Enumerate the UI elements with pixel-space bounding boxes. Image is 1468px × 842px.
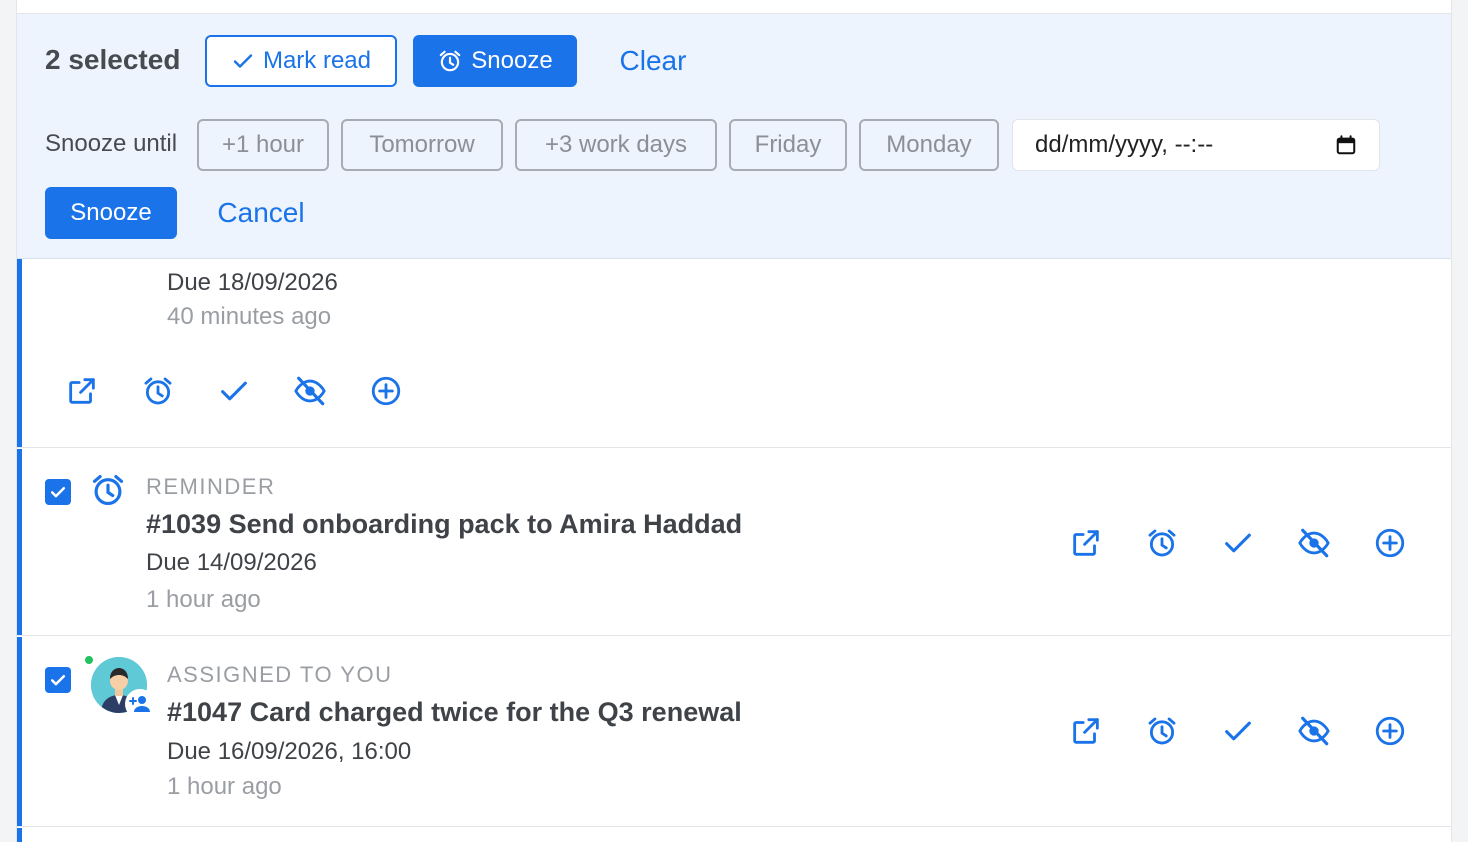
eye-off-icon — [1298, 716, 1330, 746]
snooze-until-label: Snooze until — [45, 130, 178, 157]
item-actions — [1069, 709, 1449, 753]
item-type: ASSIGNED TO YOU — [167, 662, 393, 687]
snooze-datetime-input[interactable]: dd/mm/yyyy, --:-- — [1012, 119, 1380, 171]
eye-off-icon — [1298, 528, 1330, 558]
notifications-panel: 2 selected Mark read Snooze Clear Snooze… — [16, 0, 1452, 842]
checkmark-icon — [50, 487, 66, 498]
person-add-icon — [129, 696, 150, 712]
alarm-clock-icon — [144, 377, 172, 405]
snooze-button-label: Snooze — [471, 47, 553, 74]
assign-badge — [125, 689, 155, 719]
item-checkbox[interactable] — [45, 667, 71, 693]
plus-circle-icon — [371, 376, 401, 406]
item-due: Due 16/09/2026, 16:00 — [167, 738, 412, 765]
snooze-submit-button[interactable]: Snooze — [45, 187, 177, 239]
open-button[interactable] — [1069, 521, 1145, 565]
mark-read-button[interactable]: Mark read — [205, 35, 397, 87]
alarm-clock-icon — [92, 474, 124, 506]
item-actions — [65, 369, 445, 413]
alarm-clock-icon — [1148, 717, 1176, 745]
add-item-button[interactable] — [1373, 709, 1449, 753]
snooze-item-button[interactable] — [1145, 709, 1221, 753]
snooze-item-button[interactable] — [141, 369, 217, 413]
open-external-icon — [69, 378, 95, 404]
open-external-icon — [1073, 530, 1099, 556]
plus-circle-icon — [1375, 716, 1405, 746]
add-item-button[interactable] — [1373, 521, 1449, 565]
snooze-option-monday[interactable]: Monday — [859, 119, 999, 171]
mark-read-item-button[interactable] — [1221, 709, 1297, 753]
add-item-button[interactable] — [369, 369, 445, 413]
item-title[interactable]: #1039 Send onboarding pack to Amira Hadd… — [146, 509, 742, 540]
item-type: REMINDER — [146, 474, 276, 499]
top-divider — [17, 0, 1451, 14]
checkmark-icon — [1225, 533, 1251, 553]
hide-item-button[interactable] — [1297, 521, 1373, 565]
clear-button[interactable]: Clear — [605, 35, 701, 87]
hide-item-button[interactable] — [1297, 709, 1373, 753]
item-time: 1 hour ago — [146, 586, 261, 613]
cancel-button[interactable]: Cancel — [203, 187, 319, 239]
list-item[interactable]: Due 18/09/2026 40 minutes ago — [17, 258, 1451, 448]
alarm-clock-icon — [1148, 529, 1176, 557]
list-item[interactable] — [17, 828, 1451, 842]
plus-circle-icon — [1375, 528, 1405, 558]
bulk-action-bar: 2 selected Mark read Snooze Clear Snooze… — [17, 14, 1451, 259]
snooze-option-3-work-days[interactable]: +3 work days — [515, 119, 717, 171]
item-actions — [1069, 521, 1449, 565]
hide-item-button[interactable] — [293, 369, 369, 413]
snooze-button[interactable]: Snooze — [413, 35, 577, 87]
snooze-item-button[interactable] — [1145, 521, 1221, 565]
datetime-placeholder: dd/mm/yyyy, --:-- — [1035, 131, 1214, 158]
checkmark-icon — [221, 381, 247, 401]
open-button[interactable] — [65, 369, 141, 413]
snooze-option-1-hour[interactable]: +1 hour — [197, 119, 329, 171]
open-external-icon — [1073, 718, 1099, 744]
item-checkbox[interactable] — [45, 479, 71, 505]
selected-count: 2 selected — [45, 44, 181, 75]
item-due: Due 18/09/2026 — [167, 269, 338, 296]
online-status-dot — [83, 654, 95, 666]
eye-off-icon — [294, 376, 326, 406]
calendar-icon[interactable] — [1335, 134, 1357, 156]
snooze-option-friday[interactable]: Friday — [729, 119, 847, 171]
list-item[interactable]: REMINDER #1039 Send onboarding pack to A… — [17, 449, 1451, 636]
checkmark-icon — [1225, 721, 1251, 741]
checkmark-icon — [50, 675, 66, 686]
item-time: 1 hour ago — [167, 773, 282, 800]
snooze-option-tomorrow[interactable]: Tomorrow — [341, 119, 503, 171]
mark-read-label: Mark read — [262, 47, 372, 74]
item-due: Due 14/09/2026 — [146, 549, 317, 576]
item-time: 40 minutes ago — [167, 303, 332, 330]
list-item[interactable]: ASSIGNED TO YOU #1047 Card charged twice… — [17, 637, 1451, 827]
mark-read-item-button[interactable] — [1221, 521, 1297, 565]
mark-read-item-button[interactable] — [217, 369, 293, 413]
open-button[interactable] — [1069, 709, 1145, 753]
item-title[interactable]: #1047 Card charged twice for the Q3 rene… — [167, 697, 742, 728]
checkmark-icon — [233, 54, 253, 68]
alarm-clock-icon — [440, 50, 461, 72]
